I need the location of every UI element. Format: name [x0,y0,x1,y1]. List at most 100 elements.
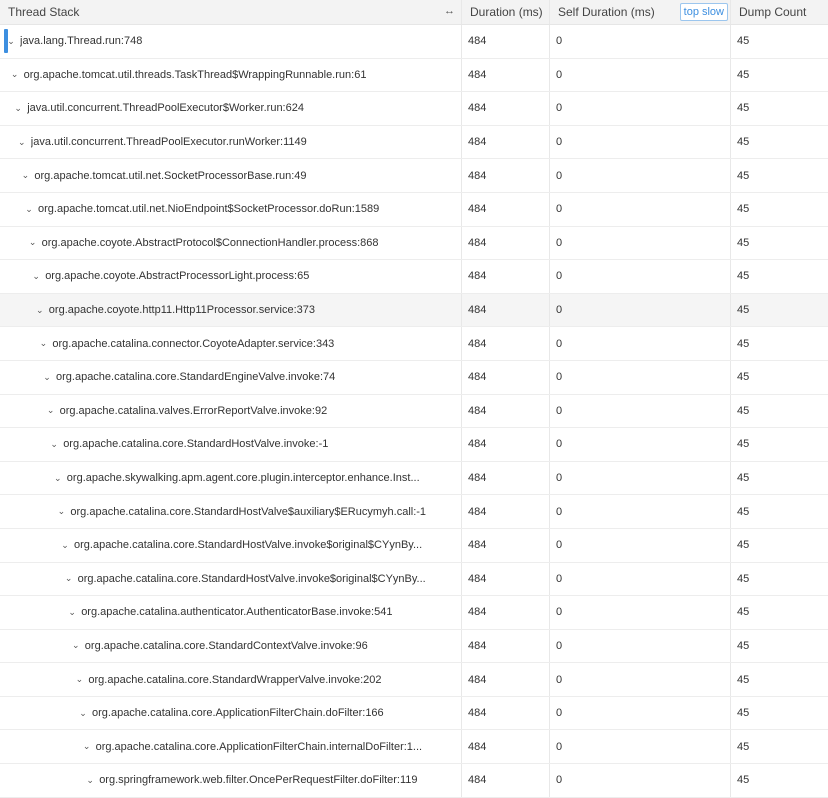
cell-thread-stack[interactable]: ⌄ org.apache.catalina.connector.CoyoteAda… [0,327,462,360]
chevron-down-icon[interactable]: ⌄ [6,36,16,47]
table-row[interactable]: ⌄ org.apache.catalina.core.StandardEngine… [0,360,828,395]
cell-thread-stack[interactable]: ⌄ org.apache.catalina.core.StandardHostVa… [0,495,462,528]
cell-thread-stack[interactable]: ⌄ java.lang.Thread.run:748 [0,25,462,58]
chevron-down-icon[interactable]: ⌄ [20,170,30,181]
table-row[interactable]: ⌄ org.apache.coyote.http11.Http11Processo… [0,293,828,328]
cell-thread-stack[interactable]: ⌄ org.apache.coyote.AbstractProtocol$Conn… [0,226,462,260]
cell-dump-count: 45 [737,371,750,384]
column-header-thread-stack[interactable]: Thread Stack ↔ [0,0,462,24]
cell-dump-count: 45 [737,572,750,585]
chevron-down-icon[interactable]: ⌄ [35,305,45,316]
chevron-down-icon[interactable]: ⌄ [78,708,88,719]
chevron-down-icon[interactable]: ⌄ [85,775,95,786]
column-header-dump-count[interactable]: Dump Count [731,0,828,24]
chevron-down-icon[interactable]: ⌄ [17,137,27,148]
cell-thread-stack[interactable]: ⌄ org.apache.catalina.core.StandardHostVa… [0,428,462,461]
frame-label: org.apache.catalina.core.ApplicationFilt… [95,740,423,753]
table-row[interactable]: ⌄ org.apache.catalina.core.ApplicationFil… [0,730,828,765]
table-row[interactable]: ⌄ org.apache.catalina.connector.CoyoteAda… [0,327,828,361]
cell-thread-stack[interactable]: ⌄ org.apache.catalina.core.StandardContex… [0,629,462,663]
cell-self-duration: 0 [550,327,731,360]
table-row[interactable]: ⌄ java.lang.Thread.run:748 484 0 45 [0,25,828,59]
chevron-down-icon[interactable]: ⌄ [38,338,48,349]
cell-thread-stack[interactable]: ⌄ org.apache.catalina.core.ApplicationFil… [0,696,462,730]
cell-dump-count: 45 [737,35,750,48]
column-header-self-duration[interactable]: Self Duration (ms) top slow [550,0,731,24]
cell-self-duration: 0 [550,92,731,125]
cell-self-duration: 0 [550,629,731,663]
cell-thread-stack[interactable]: ⌄ org.apache.catalina.core.StandardWrappe… [0,663,462,696]
cell-thread-stack[interactable]: ⌄ org.apache.catalina.core.StandardHostVa… [0,528,462,562]
cell-dump-count: 45 [737,606,750,619]
resize-icon[interactable]: ↔ [444,5,455,17]
table-row[interactable]: ⌄ java.util.concurrent.ThreadPoolExecutor… [0,92,828,126]
cell-self-duration: 0 [550,192,731,226]
cell-duration: 484 [462,764,550,797]
table-row[interactable]: ⌄ org.apache.tomcat.util.net.SocketProces… [0,159,828,193]
chevron-down-icon[interactable]: ⌄ [71,640,81,651]
chevron-down-icon[interactable]: ⌄ [49,439,59,450]
cell-dump-count: 45 [737,203,750,216]
cell-dump-count: 45 [737,304,750,317]
column-header-duration[interactable]: Duration (ms) [462,0,550,24]
table-row[interactable]: ⌄ org.apache.coyote.AbstractProtocol$Conn… [0,226,828,261]
chevron-down-icon[interactable]: ⌄ [53,473,63,484]
cell-thread-stack[interactable]: ⌄ org.apache.coyote.AbstractProcessorLigh… [0,260,462,293]
cell-duration: 484 [462,25,550,58]
table-row[interactable]: ⌄ org.apache.catalina.core.StandardHostVa… [0,495,828,529]
frame-label: org.apache.catalina.valves.ErrorReportVa… [59,404,328,417]
chevron-down-icon[interactable]: ⌄ [74,674,84,685]
cell-thread-stack[interactable]: ⌄ org.apache.catalina.core.ApplicationFil… [0,730,462,764]
frame-label: java.util.concurrent.ThreadPoolExecutor$… [27,102,304,115]
table-row[interactable]: ⌄ org.apache.catalina.core.StandardHostVa… [0,562,828,597]
cell-thread-stack[interactable]: ⌄ org.apache.catalina.valves.ErrorReportV… [0,394,462,428]
cell-duration: 484 [462,461,550,495]
cell-thread-stack[interactable]: ⌄ org.apache.coyote.http11.Http11Processo… [0,293,462,327]
cell-dump-count: 45 [737,740,750,753]
cell-dump-count: 45 [737,639,750,652]
chevron-down-icon[interactable]: ⌄ [28,237,38,248]
table-row[interactable]: ⌄ org.apache.catalina.core.StandardHostVa… [0,428,828,462]
cell-thread-stack[interactable]: ⌄ java.util.concurrent.ThreadPoolExecutor… [0,92,462,125]
chevron-down-icon[interactable]: ⌄ [67,607,77,618]
table-row[interactable]: ⌄ org.apache.skywalking.apm.agent.core.pl… [0,461,828,496]
cell-thread-stack[interactable]: ⌄ org.apache.catalina.authenticator.Authe… [0,596,462,629]
cell-thread-stack[interactable]: ⌄ org.apache.catalina.core.StandardHostVa… [0,562,462,596]
chevron-down-icon[interactable]: ⌄ [10,69,20,80]
table-row[interactable]: ⌄ org.apache.catalina.core.StandardWrappe… [0,663,828,697]
top-slow-button[interactable]: top slow [679,3,728,21]
cell-thread-stack[interactable]: ⌄ org.apache.tomcat.util.net.SocketProces… [0,159,462,192]
chevron-down-icon[interactable]: ⌄ [46,405,56,416]
cell-thread-stack[interactable]: ⌄ java.util.concurrent.ThreadPoolExecutor… [0,125,462,159]
cell-thread-stack[interactable]: ⌄ org.apache.tomcat.util.threads.TaskThre… [0,58,462,92]
cell-duration: 484 [462,663,550,696]
table-row[interactable]: ⌄ org.apache.catalina.core.StandardContex… [0,629,828,664]
cell-thread-stack[interactable]: ⌄ org.apache.skywalking.apm.agent.core.pl… [0,461,462,495]
cell-self-duration: 0 [550,125,731,159]
chevron-down-icon[interactable]: ⌄ [56,506,66,517]
cell-thread-stack[interactable]: ⌄ org.apache.catalina.core.StandardEngine… [0,360,462,394]
cell-duration: 484 [462,730,550,764]
table-row[interactable]: ⌄ org.apache.tomcat.util.threads.TaskThre… [0,58,828,93]
table-row[interactable]: ⌄ org.apache.catalina.valves.ErrorReportV… [0,394,828,429]
chevron-down-icon[interactable]: ⌄ [42,372,52,383]
table-row[interactable]: ⌄ org.apache.catalina.core.ApplicationFil… [0,696,828,731]
cell-thread-stack[interactable]: ⌄ org.springframework.web.filter.OncePerR… [0,764,462,797]
table-row[interactable]: ⌄ org.apache.tomcat.util.net.NioEndpoint$… [0,192,828,227]
chevron-down-icon[interactable]: ⌄ [82,741,92,752]
frame-label: org.apache.catalina.core.StandardHostVal… [63,438,329,451]
table-row[interactable]: ⌄ org.apache.catalina.core.StandardHostVa… [0,528,828,563]
chevron-down-icon[interactable]: ⌄ [24,204,34,215]
frame-label: org.apache.coyote.http11.Http11Processor… [48,304,315,317]
chevron-down-icon[interactable]: ⌄ [60,540,70,551]
table-row[interactable]: ⌄ org.apache.coyote.AbstractProcessorLigh… [0,260,828,294]
table-row[interactable]: ⌄ org.apache.catalina.authenticator.Authe… [0,596,828,630]
cell-dump-count: 45 [737,472,750,485]
cell-thread-stack[interactable]: ⌄ org.apache.tomcat.util.net.NioEndpoint$… [0,192,462,226]
chevron-down-icon[interactable]: ⌄ [13,103,23,114]
chevron-down-icon[interactable]: ⌄ [31,271,41,282]
frame-label: org.apache.catalina.core.StandardHostVal… [77,572,426,585]
chevron-down-icon[interactable]: ⌄ [64,573,74,584]
column-header-dump-count-label: Dump Count [739,5,807,19]
table-row[interactable]: ⌄ java.util.concurrent.ThreadPoolExecutor… [0,125,828,160]
